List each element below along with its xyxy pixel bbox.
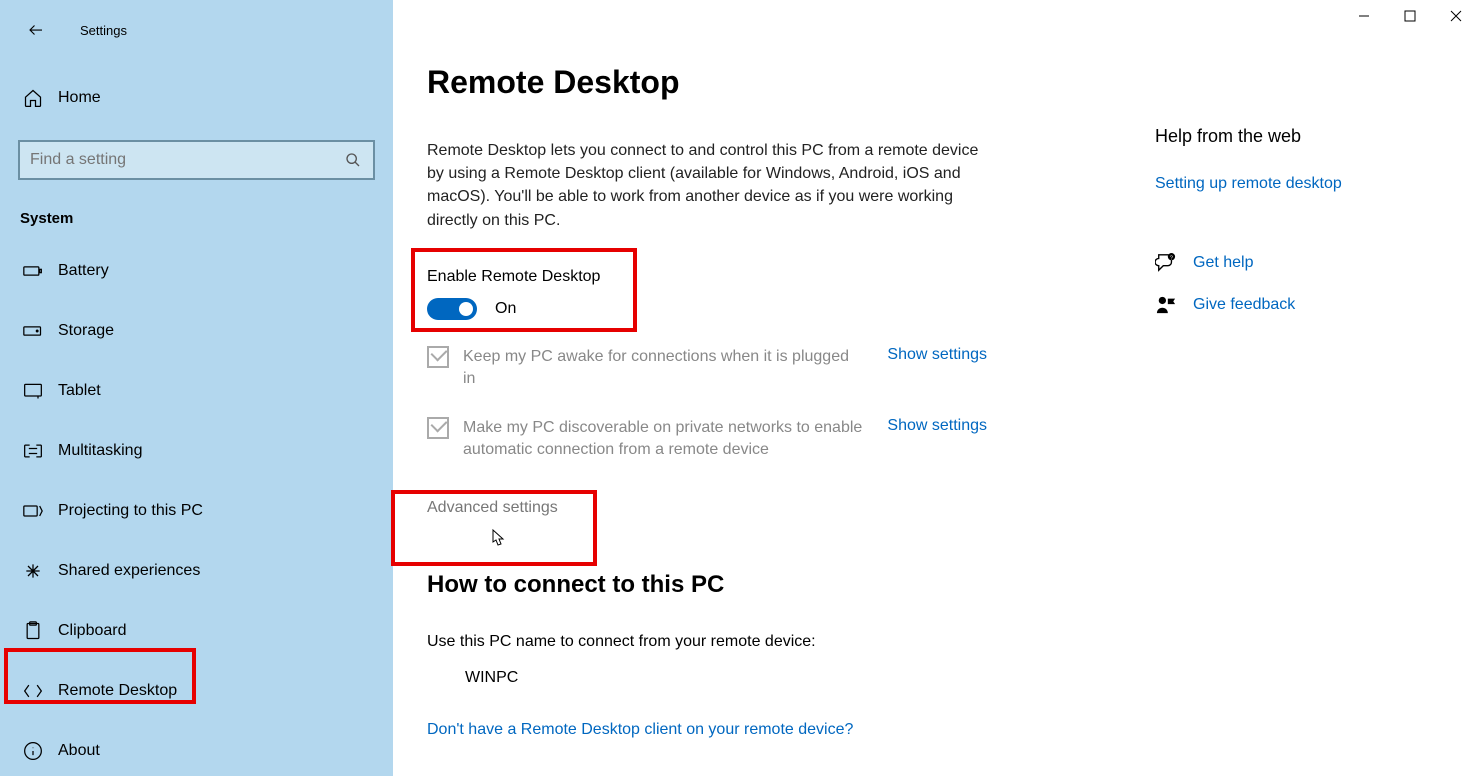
home-icon	[22, 88, 44, 108]
sidebar-item-clipboard[interactable]: Clipboard	[0, 601, 393, 661]
projecting-icon	[22, 503, 44, 519]
right-panel: Help from the web Setting up remote desk…	[1155, 126, 1445, 315]
app-title: Settings	[80, 23, 127, 38]
maximize-button[interactable]	[1387, 0, 1433, 32]
window-controls	[1341, 0, 1479, 32]
sidebar-item-battery[interactable]: Battery	[0, 241, 393, 301]
nav-label: About	[58, 742, 100, 760]
advanced-settings-link[interactable]: Advanced settings	[427, 499, 558, 517]
nav-label: Storage	[58, 322, 114, 340]
content-area: Remote Desktop Remote Desktop lets you c…	[393, 0, 1479, 776]
minimize-button[interactable]	[1341, 0, 1387, 32]
no-client-link[interactable]: Don't have a Remote Desktop client on yo…	[427, 721, 853, 739]
page-description: Remote Desktop lets you connect to and c…	[427, 139, 987, 232]
nav-label: Shared experiences	[58, 562, 200, 580]
close-button[interactable]	[1433, 0, 1479, 32]
shared-icon	[22, 561, 44, 581]
toggle-state: On	[495, 300, 516, 318]
option1-checkbox[interactable]	[427, 346, 449, 368]
nav-list: Battery Storage Tablet Multitasking Proj…	[0, 241, 393, 776]
search-input[interactable]	[18, 140, 375, 180]
option2-checkbox[interactable]	[427, 417, 449, 439]
search-field[interactable]	[30, 151, 343, 169]
feedback-icon	[1155, 295, 1177, 315]
option2-show-settings[interactable]: Show settings	[887, 417, 987, 435]
sidebar-item-shared[interactable]: Shared experiences	[0, 541, 393, 601]
nav-label: Clipboard	[58, 622, 126, 640]
get-help-link[interactable]: Get help	[1193, 254, 1253, 272]
enable-toggle[interactable]	[427, 298, 477, 320]
setup-remote-link[interactable]: Setting up remote desktop	[1155, 175, 1445, 193]
sidebar-item-storage[interactable]: Storage	[0, 301, 393, 361]
nav-label: Multitasking	[58, 442, 142, 460]
clipboard-icon	[22, 621, 44, 641]
help-icon: ?	[1155, 253, 1177, 273]
sidebar-item-projecting[interactable]: Projecting to this PC	[0, 481, 393, 541]
connect-desc: Use this PC name to connect from your re…	[427, 633, 1479, 651]
search-icon	[343, 152, 363, 168]
nav-label: Tablet	[58, 382, 101, 400]
page-title: Remote Desktop	[427, 64, 1479, 101]
multitasking-icon	[22, 443, 44, 459]
sidebar-item-home[interactable]: Home	[0, 74, 393, 122]
pc-name-value: WINPC	[465, 669, 1479, 687]
sidebar: Settings Home System Battery Storage	[0, 0, 393, 776]
battery-icon	[22, 264, 44, 278]
sidebar-item-remote-desktop[interactable]: Remote Desktop	[0, 661, 393, 721]
sidebar-item-multitasking[interactable]: Multitasking	[0, 421, 393, 481]
connect-title: How to connect to this PC	[427, 571, 1479, 599]
nav-label: Projecting to this PC	[58, 502, 203, 520]
nav-label: Battery	[58, 262, 109, 280]
help-title: Help from the web	[1155, 126, 1445, 147]
option2-text: Make my PC discoverable on private netwo…	[463, 417, 863, 462]
storage-icon	[22, 324, 44, 338]
option1-show-settings[interactable]: Show settings	[887, 346, 987, 364]
remote-desktop-icon	[22, 682, 44, 700]
option1-text: Keep my PC awake for connections when it…	[463, 346, 863, 391]
about-icon	[22, 741, 44, 761]
cursor-pointer-icon	[486, 528, 506, 552]
back-button[interactable]	[26, 20, 46, 40]
category-label: System	[0, 210, 393, 227]
feedback-link[interactable]: Give feedback	[1193, 296, 1295, 314]
tablet-icon	[22, 383, 44, 399]
svg-text:?: ?	[1170, 255, 1173, 261]
home-label: Home	[58, 89, 101, 107]
nav-label: Remote Desktop	[58, 682, 177, 700]
sidebar-item-tablet[interactable]: Tablet	[0, 361, 393, 421]
sidebar-item-about[interactable]: About	[0, 721, 393, 776]
